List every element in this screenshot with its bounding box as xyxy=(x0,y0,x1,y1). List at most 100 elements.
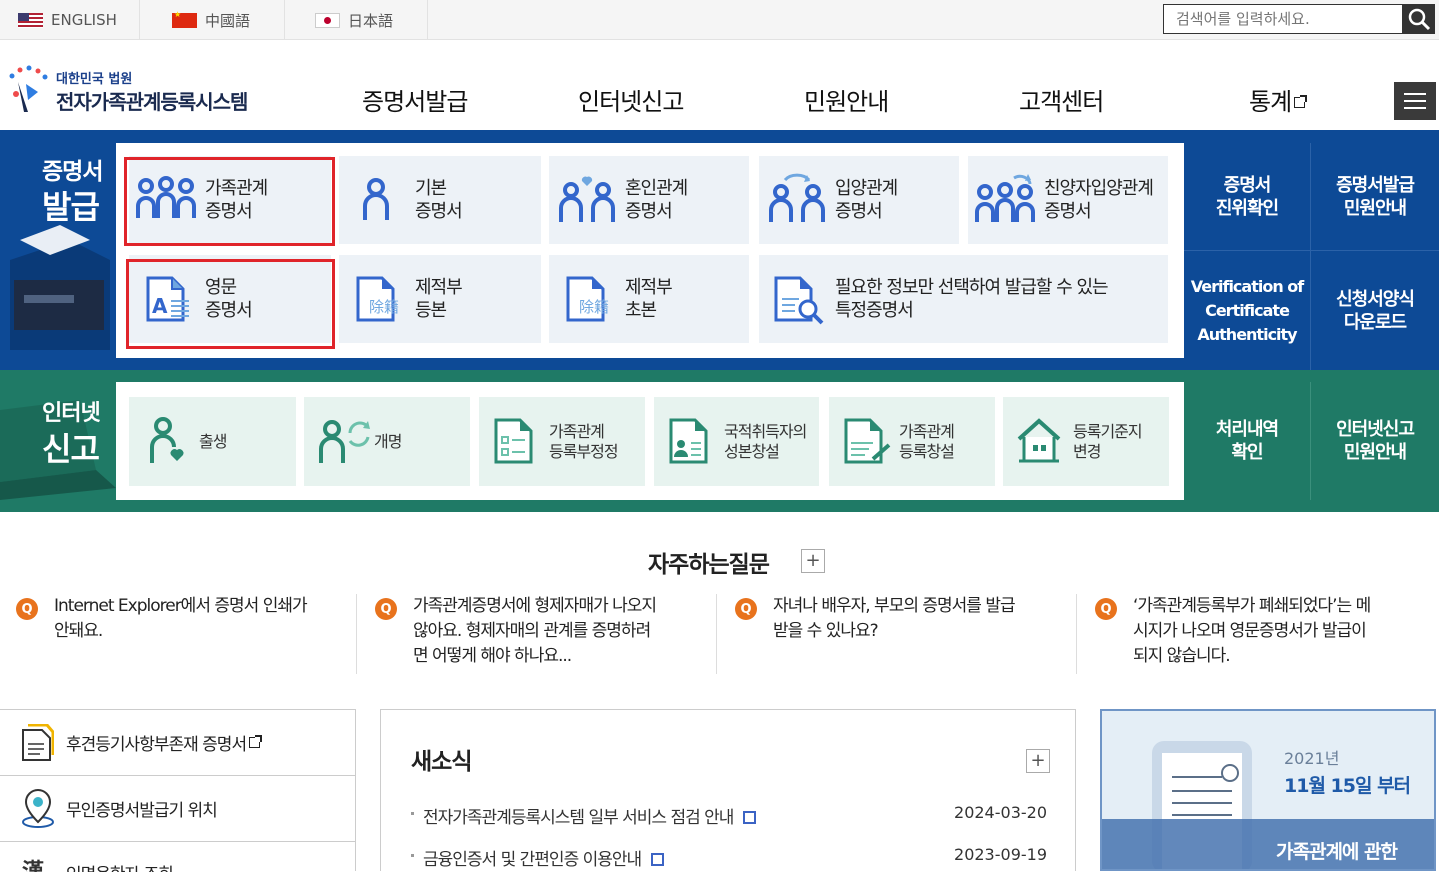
news-more-button[interactable]: + xyxy=(1026,749,1050,773)
faq-text: 가족관계증명서에 형제자매가 나오지 않아요. 형제자매의 관계를 증명하려 면… xyxy=(413,596,657,666)
tile-adoption-cert[interactable]: 입양관계 증명서 xyxy=(759,156,959,244)
faq-text: 자녀나 배우자, 부모의 증명서를 발급 받을 수 있나요? xyxy=(773,596,1016,641)
cn-flag-icon xyxy=(172,10,197,28)
tile-rename-report[interactable]: 개명 xyxy=(304,397,470,486)
tile-label: 기본 증명서 xyxy=(415,178,463,222)
divider xyxy=(356,594,357,674)
cert-section-title-line1: 증명서 xyxy=(42,159,103,185)
faq-item[interactable]: Q ‘가족관계등록부가 폐쇄되었다’는 메 시지가 나오며 영문증명서가 발급이… xyxy=(1095,594,1425,674)
notice-banner[interactable]: 2021년 11월 15일 부터 가족관계에 관한 xyxy=(1100,709,1436,871)
document-icon xyxy=(651,853,665,866)
faq-title: 자주하는질문 xyxy=(648,552,770,578)
tile-removal-register-copy[interactable]: 除籍 제적부 등본 xyxy=(339,255,541,343)
news-text: 전자가족관계등록시스템 일부 서비스 점검 안내 xyxy=(423,803,757,828)
gnb-statistics[interactable]: 통계 xyxy=(1249,82,1308,117)
birth-icon xyxy=(150,417,184,463)
banner-footer-text: 가족관계에 관한 xyxy=(1276,841,1398,863)
svg-text:除籍: 除籍 xyxy=(369,298,399,316)
tile-specific-cert[interactable]: 필요한 정보만 선택하여 발급할 수 있는 특정증명서 xyxy=(759,255,1168,343)
faq-item[interactable]: Q 자녀나 배우자, 부모의 증명서를 발급 받을 수 있나요? xyxy=(735,594,1065,674)
side-button-label: Verification of Certificate Authenticity xyxy=(1190,276,1304,344)
side-button-label: 증명서 진위확인 xyxy=(1215,174,1279,219)
faq-text: Internet Explorer에서 증명서 인쇄가 안돼요. xyxy=(54,596,308,641)
tile-label: 등록기준지 변경 xyxy=(1073,421,1143,461)
news-title: 새소식 xyxy=(411,749,472,775)
side-button-label: 처리내역 확인 xyxy=(1215,419,1279,463)
lang-japanese-link[interactable]: 日本語 xyxy=(285,0,428,40)
quicklink-kiosk-location[interactable]: 무인증명서발급기 위치 xyxy=(0,776,356,842)
gnb-civil-guide[interactable]: 민원안내 xyxy=(804,82,889,117)
news-panel: 새소식 + 전자가족관계등록시스템 일부 서비스 점검 안내 2024-03-2… xyxy=(380,709,1076,871)
search-button[interactable] xyxy=(1403,4,1435,34)
tile-register-correction[interactable]: 가족관계 등록부정정 xyxy=(479,397,645,486)
gnb-customer-center[interactable]: 고객센터 xyxy=(1019,82,1104,117)
bullet xyxy=(411,812,414,815)
quicklink-hanja-search[interactable]: 漢 인명용한자 조회 xyxy=(0,842,356,872)
quick-links: 후견등기사항부존재 증명서 무인증명서발급기 위치 漢 인명용한자 조회 xyxy=(0,709,356,872)
side-button-label: 증명서발급 민원안내 xyxy=(1336,174,1415,219)
process-history-button[interactable]: 처리내역 확인 xyxy=(1184,382,1310,500)
question-icon: Q xyxy=(16,598,38,620)
printer-icon xyxy=(10,225,110,350)
lang-chinese-link[interactable]: 中國語 xyxy=(140,0,285,40)
tile-basic-cert[interactable]: 기본 증명서 xyxy=(339,156,541,244)
quicklink-guardianship-cert[interactable]: 후견등기사항부존재 증명서 xyxy=(0,710,356,776)
news-item[interactable]: 전자가족관계등록시스템 일부 서비스 점검 안내 2024-03-20 xyxy=(411,803,1047,828)
logo-title: 전자가족관계등록시스템 xyxy=(56,90,248,114)
external-link-icon xyxy=(1294,95,1308,108)
news-text-label: 금융인증서 및 간편인증 이용안내 xyxy=(423,850,642,870)
gnb-certificate[interactable]: 증명서발급 xyxy=(362,82,468,117)
faq-item[interactable]: Q Internet Explorer에서 증명서 인쇄가 안돼요. xyxy=(16,594,346,674)
tile-label: 친양자입양관계 증명서 xyxy=(1044,178,1154,222)
divider xyxy=(1076,594,1077,674)
court-logo-icon xyxy=(9,65,48,112)
tile-label: 혼인관계 증명서 xyxy=(625,178,688,222)
question-icon: Q xyxy=(375,598,397,620)
lang-english-link[interactable]: ENGLISH xyxy=(0,0,140,40)
tile-base-change[interactable]: 등록기준지 변경 xyxy=(1003,397,1169,486)
external-link-icon xyxy=(249,735,263,748)
register-doc-icon: 除籍 xyxy=(356,276,399,322)
faq-more-button[interactable]: + xyxy=(801,549,825,573)
tile-label: 입양관계 증명서 xyxy=(835,178,898,222)
highlight-box xyxy=(124,157,335,246)
site-logo[interactable]: 대한민국 법원 전자가족관계등록시스템 xyxy=(4,64,264,120)
lang-label: ENGLISH xyxy=(51,11,117,29)
gnb-statistics-label: 통계 xyxy=(1249,88,1292,116)
nationality-doc-icon xyxy=(669,418,708,464)
news-text-label: 전자가족관계등록시스템 일부 서비스 점검 안내 xyxy=(423,808,734,828)
house-icon xyxy=(1017,418,1061,463)
menu-line xyxy=(1404,93,1426,95)
divider xyxy=(716,594,717,674)
tile-register-creation[interactable]: 가족관계 등록창설 xyxy=(829,397,995,486)
logo-subtitle: 대한민국 법원 xyxy=(56,72,133,87)
hamburger-menu-button[interactable] xyxy=(1394,82,1436,120)
quicklink-text: 후견등기사항부존재 증명서 xyxy=(66,735,247,755)
adoption-icon xyxy=(769,173,825,222)
tile-label: 필요한 정보만 선택하여 발급할 수 있는 특정증명서 xyxy=(835,277,1109,321)
gnb-internet-report[interactable]: 인터넷신고 xyxy=(578,82,684,117)
tile-full-adoption-cert[interactable]: 친양자입양관계 증명서 xyxy=(968,156,1168,244)
faq-item[interactable]: Q 가족관계증명서에 형제자매가 나오지 않아요. 형제자매의 관계를 증명하려… xyxy=(375,594,705,674)
side-button-label: 인터넷신고 민원안내 xyxy=(1336,419,1415,463)
verify-cert-button[interactable]: 증명서 진위확인 xyxy=(1184,143,1310,250)
tile-marriage-cert[interactable]: 혼인관계 증명서 xyxy=(549,156,749,244)
question-icon: Q xyxy=(1095,598,1117,620)
search-input[interactable] xyxy=(1163,4,1403,34)
news-item[interactable]: 금융인증서 및 간편인증 이용안내 2023-09-19 xyxy=(411,845,1047,870)
tile-birth-report[interactable]: 출생 xyxy=(129,397,296,486)
svg-text:除籍: 除籍 xyxy=(579,298,609,316)
form-download-button[interactable]: 신청서양식 다운로드 xyxy=(1310,250,1439,370)
person-icon xyxy=(363,178,389,220)
tile-surname-creation[interactable]: 국적취득자의 성본창설 xyxy=(654,397,819,486)
cert-civil-guide-button[interactable]: 증명서발급 민원안내 xyxy=(1310,143,1439,250)
menu-line xyxy=(1404,107,1426,109)
news-date: 2023-09-19 xyxy=(954,845,1047,864)
verification-english-button[interactable]: Verification of Certificate Authenticity xyxy=(1184,250,1310,370)
family-adoption-icon xyxy=(975,174,1035,222)
side-button-label: 신청서양식 다운로드 xyxy=(1336,288,1415,333)
report-civil-guide-button[interactable]: 인터넷신고 민원안내 xyxy=(1310,382,1439,500)
quicklink-label: 후견등기사항부존재 증명서 xyxy=(66,730,263,755)
tile-removal-register-abstract[interactable]: 除籍 제적부 초본 xyxy=(549,255,749,343)
header: 대한민국 법원 전자가족관계등록시스템 증명서발급 인터넷신고 민원안내 고객센… xyxy=(0,40,1439,130)
